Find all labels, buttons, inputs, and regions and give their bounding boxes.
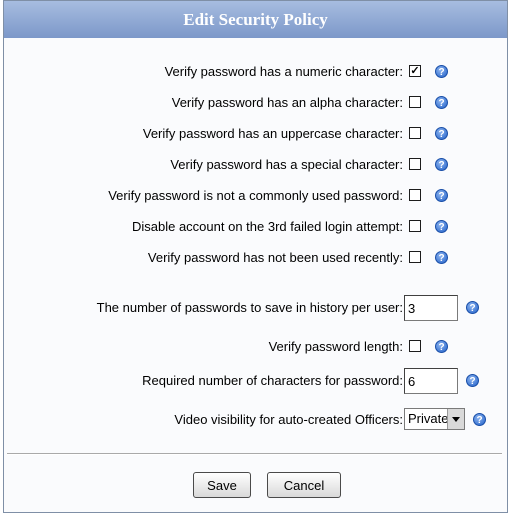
help-icon[interactable]: ? — [466, 301, 479, 314]
required-chars-input[interactable] — [404, 368, 458, 394]
help-icon[interactable]: ? — [435, 189, 448, 202]
row-required-chars: Required number of characters for passwo… — [4, 368, 507, 394]
cancel-button[interactable]: Cancel — [267, 472, 341, 498]
password-length-checkbox[interactable] — [409, 340, 421, 352]
row-common-password: Verify password is not a commonly used p… — [4, 183, 507, 209]
history-count-input[interactable] — [404, 295, 458, 321]
chevron-down-icon[interactable] — [447, 409, 464, 429]
video-visibility-label: Video visibility for auto-created Office… — [174, 412, 403, 427]
common-password-label: Verify password is not a commonly used p… — [108, 188, 403, 203]
uppercase-label: Verify password has an uppercase charact… — [142, 126, 403, 141]
failed-login-checkbox[interactable] — [409, 220, 421, 232]
video-visibility-select[interactable]: Private — [404, 408, 465, 430]
help-icon[interactable]: ? — [435, 220, 448, 233]
common-password-checkbox[interactable] — [409, 189, 421, 201]
help-icon[interactable]: ? — [435, 158, 448, 171]
row-history-count: The number of passwords to save in histo… — [4, 295, 507, 321]
numeric-label: Verify password has a numeric character: — [164, 64, 403, 79]
help-icon[interactable]: ? — [435, 340, 448, 353]
row-numeric: Verify password has a numeric character:… — [4, 59, 507, 85]
recently-used-label: Verify password has not been used recent… — [147, 250, 403, 265]
divider — [7, 453, 502, 455]
special-checkbox[interactable] — [409, 158, 421, 170]
password-length-label: Verify password length: — [268, 339, 403, 354]
row-recently-used: Verify password has not been used recent… — [4, 245, 507, 271]
special-label: Verify password has a special character: — [170, 157, 403, 172]
help-icon[interactable]: ? — [435, 251, 448, 264]
help-icon[interactable]: ? — [435, 65, 448, 78]
save-button[interactable]: Save — [193, 472, 251, 498]
dialog-title: Edit Security Policy — [4, 1, 507, 38]
failed-login-label: Disable account on the 3rd failed login … — [131, 219, 403, 234]
alpha-checkbox[interactable] — [409, 96, 421, 108]
row-password-length: Verify password length: ? — [4, 334, 507, 360]
uppercase-checkbox[interactable] — [409, 127, 421, 139]
video-visibility-value: Private — [408, 411, 449, 426]
row-alpha: Verify password has an alpha character: … — [4, 90, 507, 116]
row-uppercase: Verify password has an uppercase charact… — [4, 121, 507, 147]
row-video-visibility: Video visibility for auto-created Office… — [4, 407, 507, 433]
help-icon[interactable]: ? — [473, 413, 486, 426]
help-icon[interactable]: ? — [466, 374, 479, 387]
help-icon[interactable]: ? — [435, 96, 448, 109]
row-failed-login: Disable account on the 3rd failed login … — [4, 214, 507, 240]
numeric-checkbox[interactable]: ✓ — [409, 65, 421, 77]
required-chars-label: Required number of characters for passwo… — [142, 373, 403, 388]
row-special: Verify password has a special character:… — [4, 152, 507, 178]
recently-used-checkbox[interactable] — [409, 251, 421, 263]
edit-security-policy-dialog: Edit Security Policy Verify password has… — [3, 0, 508, 513]
help-icon[interactable]: ? — [435, 127, 448, 140]
alpha-label: Verify password has an alpha character: — [171, 95, 403, 110]
history-count-label: The number of passwords to save in histo… — [96, 300, 403, 315]
